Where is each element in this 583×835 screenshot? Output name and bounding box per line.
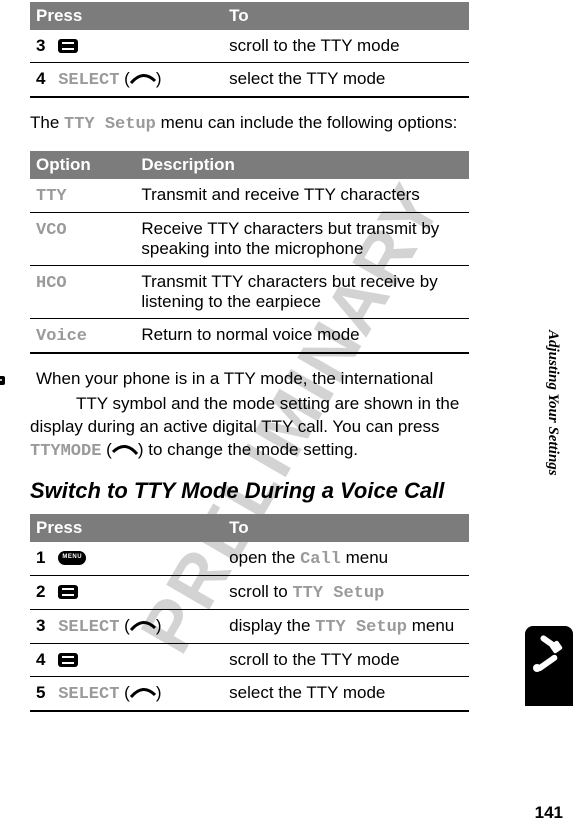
text: display the xyxy=(229,616,315,635)
option-voice: Voice xyxy=(36,327,87,346)
section-heading: Switch to TTY Mode During a Voice Call xyxy=(30,478,469,504)
right-softkey-icon xyxy=(130,73,156,85)
table-row: HCO Transmit TTY characters but receive … xyxy=(30,265,469,318)
text: scroll to xyxy=(229,582,292,601)
option-desc: Return to normal voice mode xyxy=(135,318,469,353)
step-number: 1 xyxy=(36,548,45,567)
table-row: VCO Receive TTY characters but transmit … xyxy=(30,212,469,265)
steps-table-1: Press To 3 scroll to the TTY mode 4 SELE… xyxy=(30,2,469,98)
step-number: 3 xyxy=(36,36,45,55)
option-desc: Transmit and receive TTY characters xyxy=(135,179,469,213)
section-side-label: Adjusting Your Settings xyxy=(544,330,561,476)
menu-key-icon xyxy=(58,551,86,565)
text: menu xyxy=(407,616,454,635)
t1-header-press: Press xyxy=(30,2,223,30)
step-number: 5 xyxy=(36,683,45,702)
close-paren: ) xyxy=(156,616,162,635)
text: The xyxy=(30,113,64,132)
text: When your phone is in a TTY mode, the in… xyxy=(36,369,433,388)
tty-setup-label: TTY Setup xyxy=(64,115,156,134)
text: to change the mode setting. xyxy=(144,440,359,459)
table-row: 1 open the Call menu xyxy=(30,542,469,576)
table-row: Voice Return to normal voice mode xyxy=(30,318,469,353)
softkey-label: SELECT xyxy=(58,685,119,704)
nav-key-icon xyxy=(58,39,78,53)
t2-header-option: Option xyxy=(30,151,135,179)
step-number: 4 xyxy=(36,69,45,88)
text: menu xyxy=(341,548,388,567)
step-action: select the TTY mode xyxy=(223,63,469,98)
page-content: Press To 3 scroll to the TTY mode 4 SELE… xyxy=(0,0,527,712)
step-number: 3 xyxy=(36,616,45,635)
right-softkey-icon xyxy=(130,620,156,632)
table-row: TTY Transmit and receive TTY characters xyxy=(30,179,469,213)
text: select the TTY mode xyxy=(229,683,385,702)
t1-header-to: To xyxy=(223,2,469,30)
option-tty: TTY xyxy=(36,187,67,206)
option-vco: VCO xyxy=(36,221,67,240)
ttymode-label: TTYMODE xyxy=(30,442,101,461)
left-softkey-icon xyxy=(112,444,138,456)
tty-setup-label: TTY Setup xyxy=(292,584,384,603)
tty-mode-paragraph: When your phone is in a TTY mode, the in… xyxy=(30,368,469,464)
right-softkey-icon xyxy=(130,687,156,699)
option-hco: HCO xyxy=(36,274,67,293)
close-paren: ) xyxy=(156,683,162,702)
table-row: 4 scroll to the TTY mode xyxy=(30,643,469,676)
table-row: 2 scroll to TTY Setup xyxy=(30,575,469,609)
softkey-label: SELECT xyxy=(58,618,119,637)
nav-key-icon xyxy=(58,653,78,667)
t2-header-description: Description xyxy=(135,151,469,179)
table-row: 5 SELECT () select the TTY mode xyxy=(30,676,469,711)
text: scroll to the TTY mode xyxy=(229,650,399,669)
text: TTY symbol and the mode setting are show… xyxy=(76,394,459,413)
step-number: 2 xyxy=(36,582,45,601)
settings-tab-icon xyxy=(525,626,573,706)
t3-header-press: Press xyxy=(30,514,223,542)
step-number: 4 xyxy=(36,650,45,669)
text: display during an active digital TTY cal… xyxy=(30,417,440,436)
option-desc: Transmit TTY characters but receive by l… xyxy=(135,265,469,318)
text: open the xyxy=(229,548,300,567)
tty-setup-label: TTY Setup xyxy=(315,618,407,637)
options-table: Option Description TTY Transmit and rece… xyxy=(30,151,469,354)
t3-header-to: To xyxy=(223,514,469,542)
table-row: 4 SELECT () select the TTY mode xyxy=(30,63,469,98)
table-row: 3 SELECT () display the TTY Setup menu xyxy=(30,609,469,643)
text: menu can include the following options: xyxy=(156,113,457,132)
call-label: Call xyxy=(300,550,341,569)
steps-table-2: Press To 1 open the Call menu 2 scroll t… xyxy=(30,514,469,712)
nav-key-icon xyxy=(58,585,78,599)
intro-paragraph: The TTY Setup menu can include the follo… xyxy=(30,112,469,137)
option-desc: Receive TTY characters but transmit by s… xyxy=(135,212,469,265)
table-row: 3 scroll to the TTY mode xyxy=(30,30,469,63)
close-paren: ) xyxy=(156,69,162,88)
step-action: scroll to the TTY mode xyxy=(223,30,469,63)
page-number: 141 xyxy=(535,803,563,823)
softkey-label: SELECT xyxy=(58,71,119,90)
